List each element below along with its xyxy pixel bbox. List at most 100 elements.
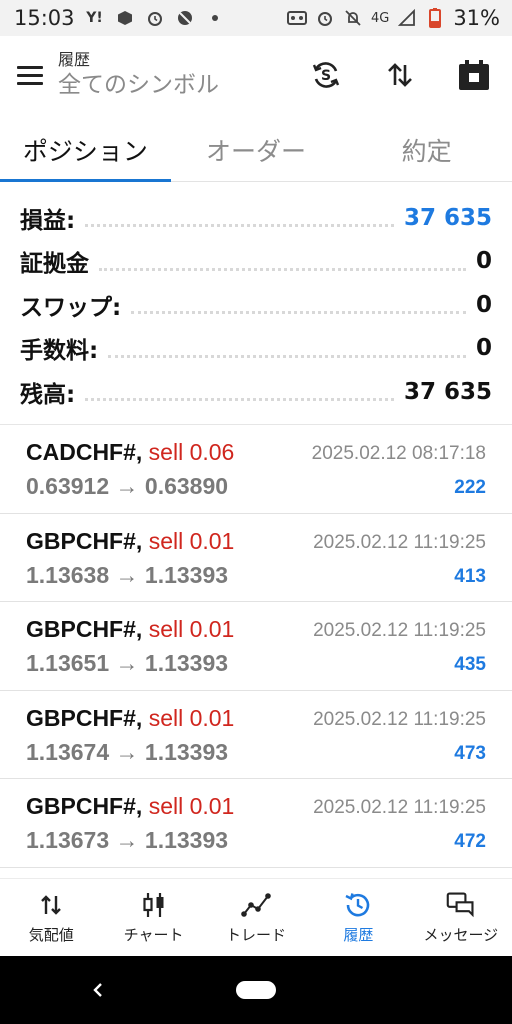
calendar-button[interactable] (444, 47, 504, 103)
chart-icon (139, 890, 169, 920)
title-block[interactable]: 履歴 全てのシンボル (58, 50, 219, 100)
bottom-navigation: 気配値 チャート トレード 履歴 メッセージ (0, 878, 512, 956)
block-icon (175, 9, 195, 27)
network-label: 4G (370, 10, 390, 26)
page-subtitle: 履歴 (58, 50, 91, 69)
deposit-label: 証拠金 (20, 251, 89, 278)
nav-label: 履歴 (343, 926, 374, 944)
menu-icon (17, 65, 43, 69)
deal-time: 2025.02.12 11:19:25 (313, 797, 486, 818)
summary-commission-row: 手数料: 0 (0, 327, 512, 371)
deal-symbol: GBPCHF#, sell 0.01 (26, 616, 235, 642)
status-time: 15:03 (14, 6, 75, 30)
arrow-icon: → (115, 827, 139, 853)
deal-symbol: GBPCHF#, sell 0.01 (26, 704, 235, 731)
list-item[interactable]: GBPCHF#, sell 0.01 1.13651 → 1.13393 202… (0, 602, 512, 691)
list-item[interactable]: CADCHF#, sell 0.06 0.63912 → 0.63890 202… (0, 425, 512, 514)
dotted-leader (99, 267, 466, 271)
deal-time: 2025.02.12 08:17:18 (311, 443, 486, 464)
sort-icon (388, 63, 412, 87)
profit-value: 37 635 (403, 204, 492, 231)
yahoo-icon: Y! (86, 10, 103, 26)
deal-side: sell 0.01 (148, 527, 235, 554)
nav-label: トレード (226, 926, 287, 944)
alarm-icon (315, 9, 335, 27)
dotted-leader (85, 398, 394, 402)
deal-time: 2025.02.12 11:19:25 (313, 620, 486, 641)
alarm-icon (145, 9, 165, 27)
back-button[interactable] (84, 976, 112, 1004)
deal-prices: 1.13651 → 1.13393 (26, 650, 229, 676)
deal-profit: 413 (454, 565, 486, 587)
arrow-icon: → (115, 738, 139, 765)
tab-bar: ポジション オーダー 約定 (0, 118, 512, 182)
nav-trade[interactable]: トレード (205, 879, 307, 956)
currency-sync-button[interactable]: S (296, 47, 356, 103)
tab-orders[interactable]: オーダー (171, 118, 342, 181)
balance-value: 37 635 (403, 378, 492, 405)
deal-profit: 473 (454, 742, 486, 764)
calendar-icon (459, 60, 489, 90)
list-item[interactable]: GBPCHF#, sell 0.01 1.13674 → 1.13393 202… (0, 691, 512, 779)
notifications-off-icon (343, 9, 363, 27)
deal-symbol: CADCHF#, sell 0.06 (26, 439, 235, 465)
deal-profit: 472 (454, 831, 486, 852)
dotted-leader (131, 311, 466, 315)
quotes-icon (36, 890, 66, 920)
deal-side: sell 0.06 (148, 439, 235, 465)
status-bar: 15:03 Y! 4G 31% (0, 0, 512, 36)
summary-swap-row: スワップ: 0 (0, 283, 512, 327)
deal-time: 2025.02.12 11:19:25 (313, 531, 486, 553)
nav-messages[interactable]: メッセージ (410, 879, 512, 956)
deal-side: sell 0.01 (148, 793, 235, 819)
deal-side: sell 0.01 (148, 616, 235, 642)
svg-text:S: S (321, 68, 331, 84)
nav-label: チャート (123, 926, 184, 944)
cast-icon (286, 9, 307, 27)
arrow-icon: → (115, 561, 139, 588)
dot-icon (205, 9, 225, 27)
nav-label: 気配値 (28, 926, 74, 944)
deal-prices: 0.63912 → 0.63890 (26, 473, 229, 499)
trade-icon (241, 890, 271, 920)
deals-list: CADCHF#, sell 0.06 0.63912 → 0.63890 202… (0, 425, 512, 868)
profit-label: 損益: (20, 207, 76, 234)
deal-prices: 1.13638 → 1.13393 (26, 561, 229, 588)
summary-panel: 損益: 37 635 証拠金 0 スワップ: 0 手数料: 0 残高: 37 6… (0, 196, 512, 414)
deal-side: sell 0.01 (148, 704, 235, 731)
dotted-leader (85, 224, 394, 228)
messages-icon (446, 890, 476, 920)
deal-symbol: GBPCHF#, sell 0.01 (26, 793, 235, 819)
swap-value: 0 (475, 291, 492, 318)
deal-profit: 222 (454, 477, 486, 498)
chevron-left-icon (93, 983, 102, 997)
deal-time: 2025.02.12 11:19:25 (313, 708, 486, 730)
balance-label: 残高: (20, 381, 76, 408)
summary-deposit-row: 証拠金 0 (0, 240, 512, 284)
arrow-icon: → (115, 650, 139, 676)
sort-button[interactable] (370, 47, 430, 103)
deposit-value: 0 (475, 248, 492, 275)
nav-history[interactable]: 履歴 (307, 879, 409, 956)
deal-symbol: GBPCHF#, sell 0.01 (26, 527, 235, 554)
currency-sync-icon: S (312, 62, 340, 88)
tab-deals[interactable]: 約定 (341, 118, 512, 181)
list-item[interactable]: GBPCHF#, sell 0.01 1.13673 → 1.13393 202… (0, 779, 512, 868)
history-icon (343, 890, 373, 920)
battery-percent: 31% (453, 6, 500, 30)
cube-icon (115, 9, 135, 27)
nav-chart[interactable]: チャート (102, 879, 204, 956)
tab-positions[interactable]: ポジション (0, 118, 171, 182)
home-button[interactable] (236, 981, 276, 999)
deal-prices: 1.13673 → 1.13393 (26, 827, 229, 853)
battery-icon (425, 8, 445, 28)
swap-label: スワップ: (20, 294, 122, 321)
app-bar: 履歴 全てのシンボル S (0, 36, 512, 114)
dotted-leader (108, 354, 466, 358)
deal-prices: 1.13674 → 1.13393 (26, 738, 229, 765)
nav-quotes[interactable]: 気配値 (0, 879, 102, 956)
symbol-filter-title: 全てのシンボル (58, 72, 219, 98)
menu-button[interactable] (2, 47, 58, 103)
arrow-icon: → (115, 473, 139, 499)
list-item[interactable]: GBPCHF#, sell 0.01 1.13638 → 1.13393 202… (0, 514, 512, 602)
